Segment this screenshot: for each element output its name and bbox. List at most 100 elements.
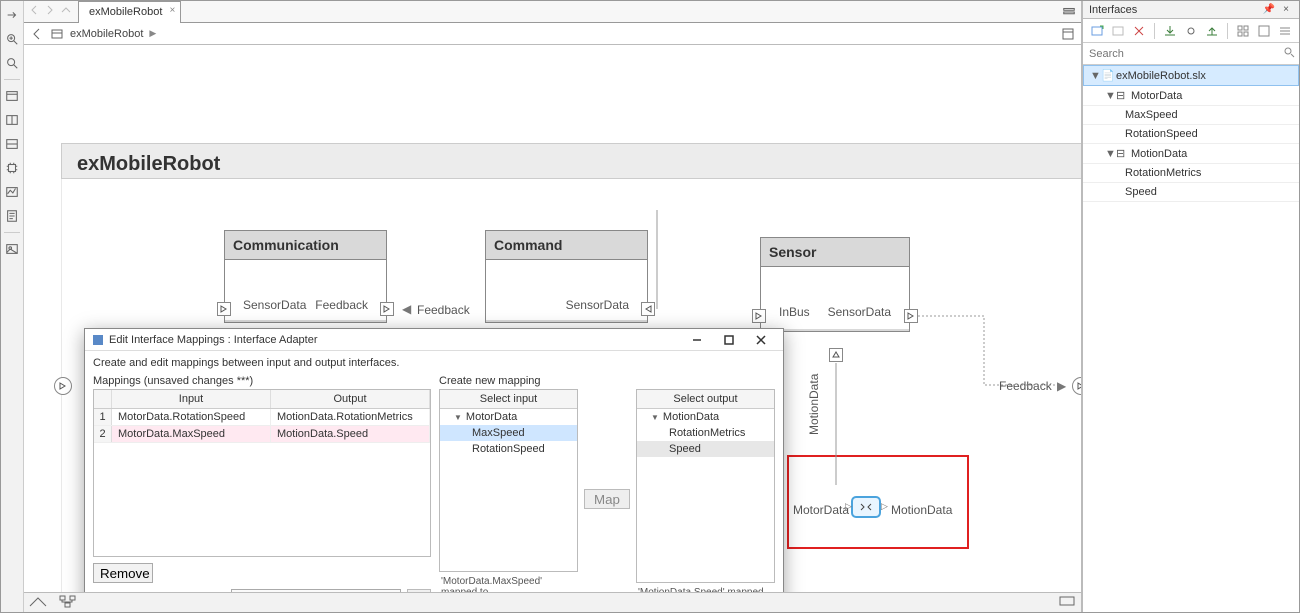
tree-item[interactable]: RotationSpeed [1083, 125, 1299, 144]
block-sensor[interactable]: Sensor InBus SensorData [760, 237, 910, 332]
tree-item[interactable]: Speed [1083, 183, 1299, 202]
select-input-tree[interactable]: Select input MotorData MaxSpeed Rotation… [439, 389, 578, 572]
maximize-button[interactable] [713, 330, 745, 350]
tree-header: Select input [440, 390, 577, 409]
search-icon [1283, 46, 1295, 61]
in-port-icon[interactable] [752, 309, 766, 323]
export-icon[interactable] [1203, 22, 1222, 40]
status-text: 'MotionData.Speed' mapped to 'MotorData.… [636, 583, 775, 592]
image-icon[interactable] [4, 241, 20, 257]
nav-back-icon[interactable] [28, 4, 40, 19]
close-button[interactable] [745, 330, 777, 350]
signal-label: Feedback [999, 379, 1052, 393]
model-title: exMobileRobot [77, 153, 220, 176]
tab-exmobilerobot[interactable]: exMobileRobot [78, 1, 181, 23]
arrow-right-icon: ▶ [1057, 379, 1066, 393]
nav-up-icon[interactable] [60, 4, 72, 19]
table-row[interactable]: 1 MotorData.RotationSpeed MotionData.Rot… [94, 409, 430, 426]
remove-button[interactable]: Remove [93, 563, 153, 583]
status-right-icon[interactable] [1057, 594, 1077, 611]
tree-node[interactable]: MotorData [440, 409, 577, 425]
chip-icon[interactable] [4, 160, 20, 176]
port-label: Feedback [315, 298, 368, 312]
tree-item[interactable]: RotationMetrics [637, 425, 774, 441]
pin-icon[interactable]: 📌 [1259, 4, 1279, 15]
search-box[interactable] [1083, 43, 1299, 65]
out-port-icon[interactable] [380, 302, 394, 316]
dialog-title: Edit Interface Mappings : Interface Adap… [109, 334, 681, 346]
arrow-left-icon: ◀ [402, 302, 411, 316]
tab-label: exMobileRobot [89, 6, 162, 18]
app-icon [91, 333, 105, 347]
tree-node[interactable]: MotionData [637, 409, 774, 425]
tree-node[interactable]: ▼⊟MotionData [1083, 144, 1299, 164]
view1-icon[interactable] [1233, 22, 1252, 40]
status-hierarchy-icon[interactable] [58, 594, 78, 611]
block-communication[interactable]: Communication SensorData Feedback [224, 230, 387, 323]
block-title: Communication [225, 231, 386, 260]
view2-icon[interactable] [1254, 22, 1273, 40]
fx-button[interactable]: fx [407, 589, 431, 592]
delete-icon[interactable] [1130, 22, 1149, 40]
port-label: InBus [779, 305, 810, 319]
map-button[interactable]: Map [584, 489, 630, 509]
port-label: MotionData [807, 374, 821, 435]
tree-item[interactable]: MaxSpeed [1083, 106, 1299, 125]
scope-icon[interactable] [4, 184, 20, 200]
nav-fwd-icon[interactable] [44, 4, 56, 19]
panel-menu-icon[interactable] [1061, 27, 1075, 41]
add-bus-icon[interactable] [1108, 22, 1127, 40]
adapter-out-label: MotionData [891, 503, 952, 517]
dialog-description: Create and edit mappings between input a… [85, 351, 783, 375]
tree-header: Select output [637, 390, 774, 409]
edit-mappings-dialog: Edit Interface Mappings : Interface Adap… [84, 328, 784, 592]
create-mapping-label: Create new mapping [439, 375, 775, 387]
out-port-icon[interactable] [904, 309, 918, 323]
tree-root[interactable]: ▼📄exMobileRobot.slx [1083, 65, 1299, 86]
external-port-icon[interactable] [54, 377, 72, 395]
arrow-right-icon: ▷ [881, 501, 888, 512]
tree-item[interactable]: Speed [637, 441, 774, 457]
note-icon[interactable] [4, 208, 20, 224]
interfaces-tree[interactable]: ▼📄exMobileRobot.slx ▼⊟MotorData MaxSpeed… [1083, 65, 1299, 612]
add-icon[interactable] [1087, 22, 1106, 40]
zoom-in-icon[interactable] [4, 31, 20, 47]
import-icon[interactable] [1160, 22, 1179, 40]
panel-title: Interfaces [1089, 4, 1259, 16]
in-port-icon[interactable] [217, 302, 231, 316]
chevron-right-icon: ▶ [149, 28, 156, 39]
tree-item[interactable]: RotationSpeed [440, 441, 577, 457]
interfaces-panel: Interfaces 📌 × ▼ [1082, 1, 1299, 612]
tree-item[interactable]: MaxSpeed [440, 425, 577, 441]
status-bar [24, 592, 1081, 612]
link-icon[interactable] [1181, 22, 1200, 40]
in-port-icon[interactable] [641, 302, 655, 316]
model-icon [50, 27, 64, 41]
nav-in-icon[interactable] [4, 7, 20, 23]
bottom-port-icon[interactable] [829, 348, 843, 362]
minimize-button[interactable] [681, 330, 713, 350]
tab-overflow-icon[interactable] [1061, 4, 1077, 20]
layout1-icon[interactable] [4, 112, 20, 128]
interface-adapter[interactable]: MotorData MotionData ▷ ▷ [787, 455, 969, 549]
hide-icon[interactable] [30, 27, 44, 41]
select-output-tree[interactable]: Select output MotionData RotationMetrics… [636, 389, 775, 583]
tree-node[interactable]: ▼⊟MotorData [1083, 86, 1299, 106]
view3-icon[interactable] [1276, 22, 1295, 40]
breadcrumb-root[interactable]: exMobileRobot [70, 28, 143, 40]
search-input[interactable] [1087, 47, 1283, 61]
tree-item[interactable]: RotationMetrics [1083, 164, 1299, 183]
table-row[interactable]: 2 MotorData.MaxSpeed MotionData.Speed [94, 426, 430, 443]
arrow-right-icon: ▷ [845, 501, 852, 512]
close-icon[interactable]: × [1279, 4, 1293, 15]
conversion-select[interactable]: None [231, 589, 401, 592]
zoom-fit-icon[interactable] [4, 55, 20, 71]
layout2-icon[interactable] [4, 136, 20, 152]
status-left-icon[interactable] [28, 594, 48, 611]
adapter-icon[interactable] [851, 496, 881, 518]
port-label: SensorData [243, 298, 306, 312]
block-command[interactable]: Command SensorData [485, 230, 648, 323]
signal-label: Feedback [417, 303, 470, 317]
panel-icon[interactable] [4, 88, 20, 104]
canvas[interactable]: exMobileRobot Communication SensorData F… [24, 45, 1081, 592]
